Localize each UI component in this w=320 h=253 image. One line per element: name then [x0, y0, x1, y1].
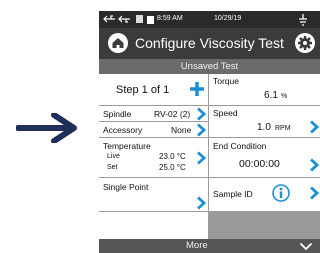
temperature-live-label: Live [107, 153, 120, 160]
more-bar[interactable]: More [99, 239, 320, 253]
settings-grid: Step 1 of 1 Torque 6.1 % Spindle RV-02 (… [99, 74, 320, 239]
single-point-cell[interactable]: Single Point [99, 178, 209, 212]
home-icon [112, 38, 124, 48]
arrow-right-icon [16, 113, 77, 143]
temperature-set-value: 25.0 °C [159, 163, 186, 172]
status-time: 8:59 AM [157, 15, 183, 22]
page-title: Configure Viscosity Test [135, 35, 284, 51]
status-date: 10/29/19 [214, 15, 242, 22]
chevron-right-icon[interactable] [196, 107, 206, 121]
chevron-right-icon[interactable] [309, 186, 319, 200]
spindle-label: Spindle [103, 109, 132, 119]
chevron-down-icon[interactable] [299, 242, 313, 251]
device-screen: 8:59 AM 10/29/19 Configure Viscosity Tes… [99, 11, 320, 253]
torque-value: 6.1 [264, 90, 278, 101]
sd-card-icon [136, 15, 143, 23]
speed-cell[interactable]: Speed 1.0 RPM [209, 106, 320, 138]
speed-label: Speed [213, 108, 238, 118]
battery-icon [147, 16, 154, 24]
temperature-live-value: 23.0 °C [159, 152, 186, 161]
usb-icon [103, 15, 130, 23]
end-condition-cell[interactable]: End Condition 00:00:00 [209, 138, 320, 178]
single-point-label: Single Point [103, 182, 149, 192]
accessory-cell[interactable]: Accessory None [99, 122, 209, 138]
accessory-label: Accessory [103, 125, 143, 135]
temperature-label: Temperature [103, 141, 151, 151]
accessory-value: None [171, 125, 192, 135]
sample-id-label: Sample ID [213, 189, 253, 199]
chevron-right-icon[interactable] [309, 120, 319, 134]
title-bar: Configure Viscosity Test [99, 28, 320, 59]
settings-button[interactable] [295, 33, 315, 53]
spindle-cell[interactable]: Spindle RV-02 (2) [99, 106, 209, 122]
test-name-bar: Unsaved Test [99, 59, 320, 74]
more-label: More [186, 240, 208, 251]
torque-unit: % [281, 93, 288, 100]
spindle-value: RV-02 (2) [154, 109, 191, 119]
speed-value: 1.0 [257, 122, 271, 133]
chevron-right-icon[interactable] [309, 158, 319, 172]
temperature-cell[interactable]: Temperature Live 23.0 °C Set 25.0 °C [99, 138, 209, 178]
empty-cell [209, 212, 320, 239]
end-condition-label: End Condition [213, 141, 267, 151]
torque-cell: Torque 6.1 % [209, 74, 320, 106]
info-icon[interactable] [272, 184, 290, 202]
step-cell[interactable]: Step 1 of 1 [99, 74, 209, 106]
torque-label: Torque [213, 76, 239, 86]
chevron-right-icon[interactable] [196, 196, 206, 210]
end-condition-value: 00:00:00 [239, 158, 280, 170]
temperature-set-label: Set [107, 164, 118, 171]
step-label: Step 1 of 1 [116, 84, 170, 96]
chevron-right-icon[interactable] [196, 151, 206, 165]
chevron-right-icon[interactable] [196, 123, 206, 137]
home-button[interactable] [108, 33, 128, 53]
empty-cell [99, 212, 209, 239]
status-bar: 8:59 AM 10/29/19 [99, 11, 320, 28]
sample-id-cell[interactable]: Sample ID [209, 178, 320, 212]
gear-icon [298, 36, 312, 50]
level-icon [299, 14, 307, 26]
speed-unit: RPM [275, 125, 291, 132]
plus-icon[interactable] [189, 81, 205, 97]
